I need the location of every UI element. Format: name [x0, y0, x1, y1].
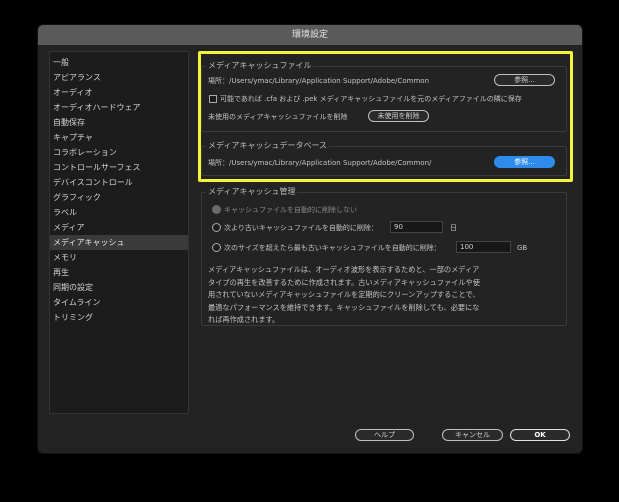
days-unit: 日	[450, 224, 457, 232]
cache-db-title: メディアキャッシュデータベース	[206, 141, 330, 151]
sidebar-item[interactable]: グラフィック	[50, 190, 188, 205]
ok-button[interactable]: OK	[510, 429, 570, 441]
sidebar-item[interactable]: アピアランス	[50, 70, 188, 85]
cache-files-title: メディアキャッシュファイル	[206, 61, 314, 71]
sidebar-item[interactable]: タイムライン	[50, 295, 188, 310]
older-than-radio[interactable]	[212, 223, 221, 232]
never-delete-label: キャッシュファイルを自動的に削除しない	[224, 206, 357, 214]
sidebar-item[interactable]: 同期の設定	[50, 280, 188, 295]
sidebar-item[interactable]: メディアキャッシュ	[50, 235, 188, 250]
description-line: 用されていないメディアキャッシュファイルを定期的にクリーンアップすることで、	[208, 290, 480, 299]
preferences-sidebar: 一般 アピアランス オーディオ オーディオハードウェア 自動保存 キャプチャ コラボレーショ…	[49, 51, 189, 414]
older-than-label: 次より古いキャッシュファイルを自動的に削除：	[224, 224, 378, 232]
save-next-to-original-checkbox[interactable]	[209, 95, 217, 103]
sidebar-item[interactable]: キャプチャ	[50, 130, 188, 145]
description-line: れば再作成されます。	[208, 315, 280, 324]
cancel-button[interactable]: キャンセル	[442, 429, 503, 441]
save-next-to-original-label: 可能であれば .cfa および .pek メディアキャッシュファイルを元のメディ…	[220, 95, 522, 103]
help-button[interactable]: ヘルプ	[355, 429, 414, 441]
cache-description: メディアキャッシュファイルは、オーディオ波形を表示するためと、一部のメディア タイ…	[208, 264, 558, 327]
sidebar-item[interactable]: デバイスコントロール	[50, 175, 188, 190]
sidebar-item[interactable]: メモリ	[50, 250, 188, 265]
size-input[interactable]: 100	[456, 241, 511, 253]
cache-db-location: 場所：/Users/ymac/Library/Application Suppo…	[208, 159, 432, 167]
sidebar-item[interactable]: ラベル	[50, 205, 188, 220]
cache-mgmt-title: メディアキャッシュ管理	[206, 187, 298, 197]
delete-unused-text: 未使用のメディアキャッシュファイルを削除	[208, 113, 348, 121]
sidebar-item[interactable]: 再生	[50, 265, 188, 280]
never-delete-radio[interactable]	[212, 205, 221, 214]
sidebar-item[interactable]: オーディオ	[50, 85, 188, 100]
description-line: タイプの再生を改善するために作成されます。古いメディアキャッシュファイルや使	[208, 277, 480, 287]
description-line: メディアキャッシュファイルは、オーディオ波形を表示するためと、一部のメディア	[208, 265, 480, 274]
window-title: 環境設定	[38, 25, 582, 45]
sidebar-item[interactable]: コントロールサーフェス	[50, 160, 188, 175]
days-input[interactable]: 90	[390, 221, 443, 233]
sidebar-item[interactable]: 一般	[50, 55, 188, 70]
cache-files-location: 場所：/Users/ymac/Library/Application Suppo…	[208, 77, 430, 85]
size-limit-radio[interactable]	[212, 243, 221, 252]
sidebar-item[interactable]: メディア	[50, 220, 188, 235]
description-line: 最適なパフォーマンスを維持できます。キャッシュファイルを削除しても、必要にな	[208, 302, 480, 312]
sidebar-item[interactable]: コラボレーション	[50, 145, 188, 160]
sidebar-item[interactable]: 自動保存	[50, 115, 188, 130]
sidebar-item[interactable]: オーディオハードウェア	[50, 100, 188, 115]
cache-db-browse-button[interactable]: 参照...	[494, 156, 555, 168]
sidebar-list: 一般 アピアランス オーディオ オーディオハードウェア 自動保存 キャプチャ コラボレーショ…	[50, 52, 188, 325]
sidebar-item[interactable]: トリミング	[50, 310, 188, 325]
delete-unused-button[interactable]: 未使用を削除	[368, 110, 429, 122]
size-unit: GB	[517, 244, 528, 252]
cache-files-browse-button[interactable]: 参照...	[494, 74, 555, 86]
size-limit-label: 次のサイズを超えたら最も古いキャッシュファイルを自動的に削除：	[224, 244, 441, 252]
